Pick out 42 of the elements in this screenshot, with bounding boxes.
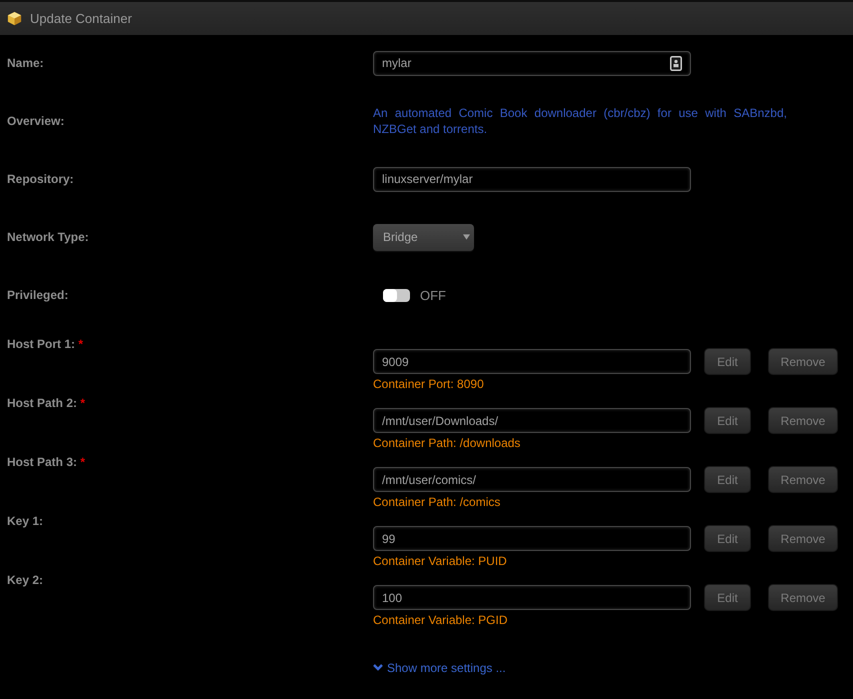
- remove-button[interactable]: Remove: [768, 348, 838, 375]
- toggle-switch[interactable]: [383, 288, 410, 302]
- text-field[interactable]: /mnt/user/comics/: [373, 467, 691, 492]
- text-field[interactable]: linuxserver/mylar: [373, 166, 691, 192]
- chevron-down-icon: [373, 664, 383, 671]
- mapping-hint: Container Port: 8090: [373, 377, 485, 392]
- field-label: Name:: [7, 56, 44, 70]
- field-label: Key 2:: [7, 573, 44, 587]
- text-field[interactable]: mylar: [373, 50, 691, 76]
- field-label: Host Port 1: *: [7, 337, 84, 351]
- mapping-hint: Container Path: /comics: [373, 495, 502, 510]
- mapping-hint: Container Variable: PGID: [373, 613, 509, 628]
- edit-button[interactable]: Edit: [704, 584, 751, 611]
- field-label: Network Type:: [7, 230, 89, 244]
- text-field[interactable]: 100: [373, 585, 691, 610]
- remove-button[interactable]: Remove: [768, 407, 838, 434]
- text-field[interactable]: 99: [373, 526, 691, 551]
- remove-button[interactable]: Remove: [768, 466, 838, 493]
- edit-button[interactable]: Edit: [704, 407, 751, 434]
- select-dropdown[interactable]: Bridge: [373, 224, 474, 250]
- field-label: Host Path 3: *: [7, 455, 86, 469]
- field-label: Overview:: [7, 114, 64, 128]
- field-label: Privileged:: [7, 288, 68, 302]
- mapping-hint: Container Path: /downloads: [373, 436, 522, 451]
- caret-icon: [463, 234, 470, 240]
- box-icon: [7, 11, 22, 26]
- remove-button[interactable]: Remove: [768, 525, 838, 552]
- field-label: Host Path 2: *: [7, 396, 86, 410]
- field-label: Repository:: [7, 172, 74, 186]
- edit-button[interactable]: Edit: [704, 348, 751, 375]
- remove-button[interactable]: Remove: [768, 584, 838, 611]
- text-field[interactable]: /mnt/user/Downloads/: [373, 408, 691, 433]
- toggle-state-label: OFF: [420, 288, 446, 302]
- id-card-icon[interactable]: [670, 56, 682, 70]
- text-field[interactable]: 9009: [373, 349, 691, 374]
- mapping-hint: Container Variable: PUID: [373, 554, 508, 569]
- edit-button[interactable]: Edit: [704, 466, 751, 493]
- window-title: Update Container: [30, 11, 132, 26]
- description-text: An automated Comic Book downloader (cbr/cbz) for use with SABnzbd, NZBGet and torrents.: [373, 105, 787, 137]
- edit-button[interactable]: Edit: [704, 525, 751, 552]
- show-more-link[interactable]: Show more settings ...: [373, 660, 506, 674]
- field-label: Key 1:: [7, 514, 44, 528]
